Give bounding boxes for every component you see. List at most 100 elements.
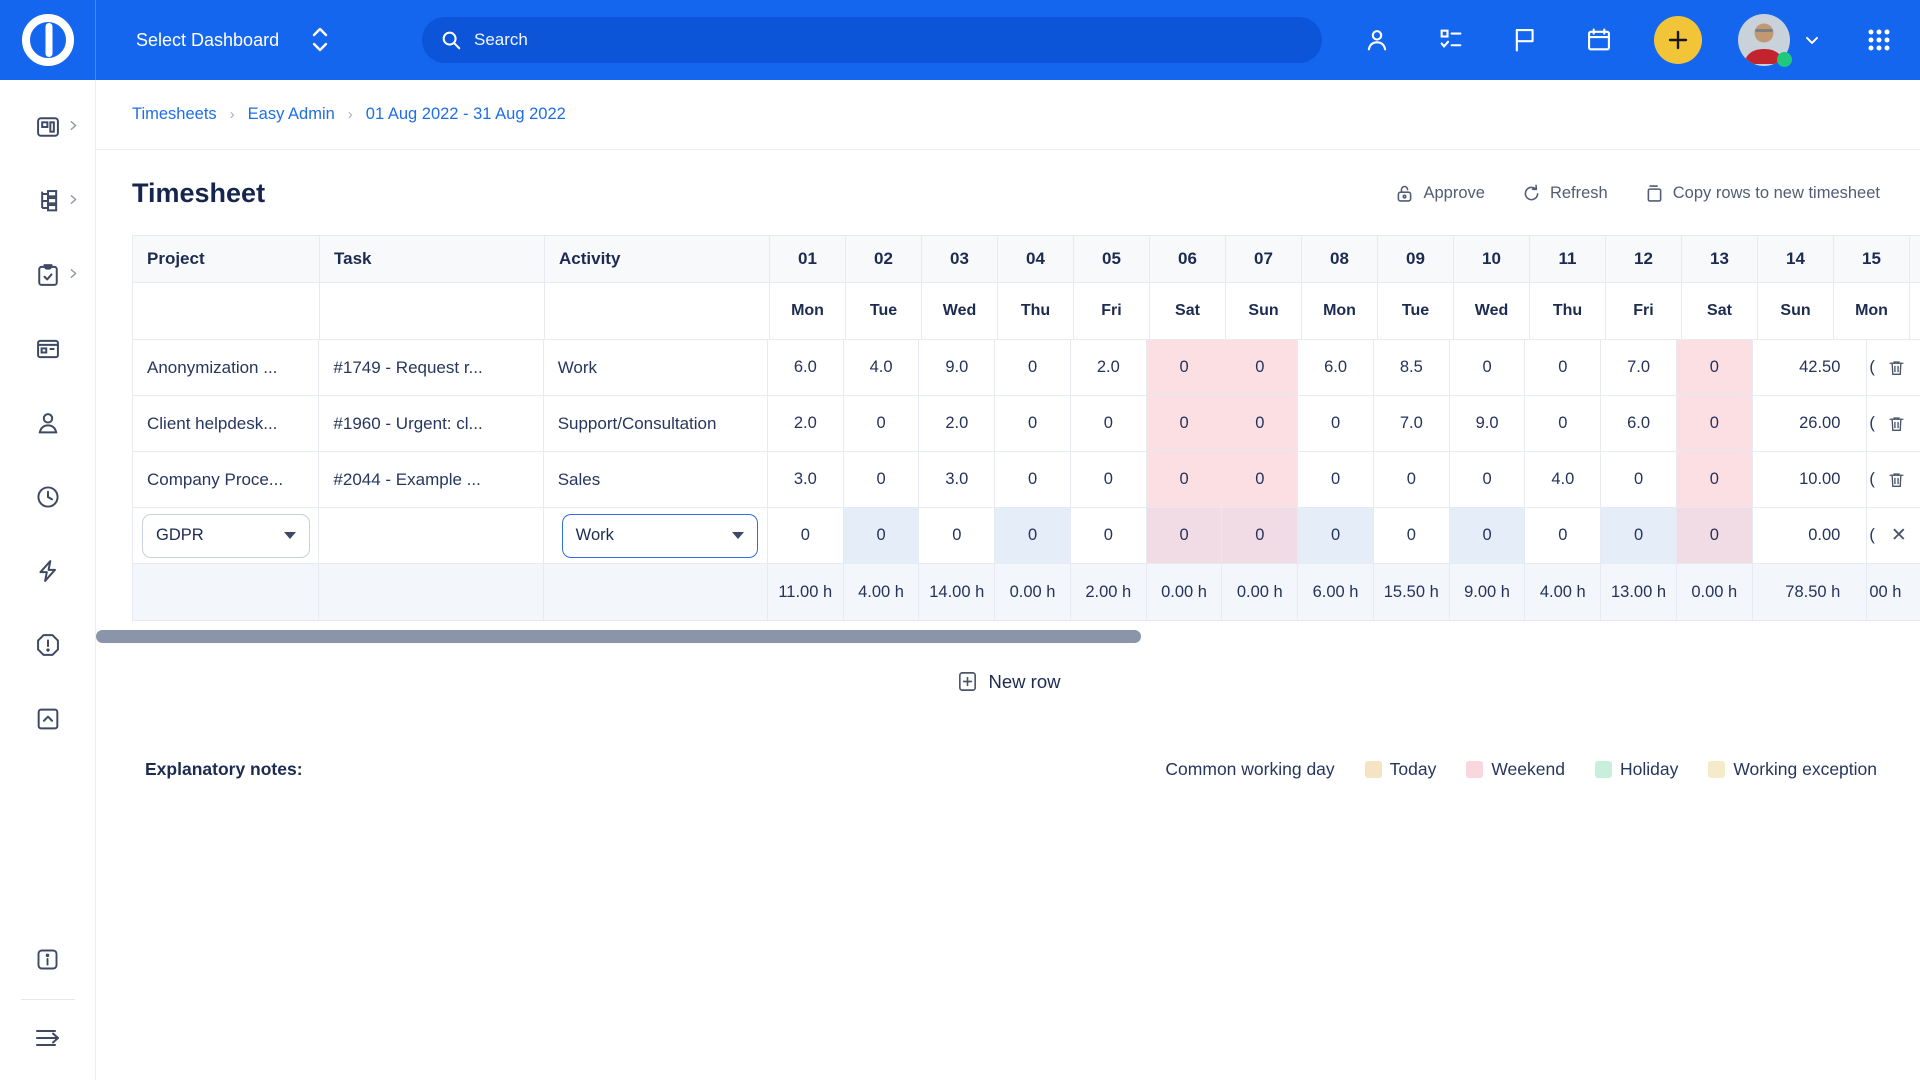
day-cell[interactable]: 2.0	[1071, 340, 1147, 396]
day-cell[interactable]: 0	[1374, 508, 1450, 564]
day-cell[interactable]: 0	[1374, 452, 1450, 508]
day-cell[interactable]: 0	[768, 508, 844, 564]
day-cell[interactable]: 0	[919, 508, 995, 564]
horizontal-scrollbar[interactable]	[96, 630, 1141, 643]
day-cell[interactable]: 0	[1525, 340, 1601, 396]
day-cell[interactable]: 6.0	[1298, 340, 1374, 396]
day-cell[interactable]: 0	[844, 508, 920, 564]
column-header-day-11: 11	[1530, 235, 1606, 283]
logo-icon	[20, 12, 76, 68]
day-cell[interactable]: 0	[995, 340, 1071, 396]
day-cell[interactable]: 0	[1298, 396, 1374, 452]
day-cell[interactable]: 6.0	[768, 340, 844, 396]
day-cell[interactable]: 0	[1450, 340, 1526, 396]
breadcrumb-date-range[interactable]: 01 Aug 2022 - 31 Aug 2022	[366, 105, 566, 124]
app-logo[interactable]	[0, 0, 96, 80]
approve-label: Approve	[1423, 184, 1484, 203]
sidebar-item-projects[interactable]	[0, 187, 96, 261]
legend-item: Common working day	[1165, 759, 1334, 780]
day-cell[interactable]: 7.0	[1601, 340, 1677, 396]
day-cell[interactable]: 0	[995, 508, 1071, 564]
project-select[interactable]: GDPR	[142, 514, 310, 558]
day-cell[interactable]: 2.0	[768, 396, 844, 452]
copy-rows-button[interactable]: Copy rows to new timesheet	[1644, 183, 1880, 204]
chevron-down-icon[interactable]	[1802, 30, 1822, 50]
day-cell[interactable]: 0	[1298, 508, 1374, 564]
day-cell[interactable]: 0	[1071, 396, 1147, 452]
day-cell[interactable]: 0	[995, 396, 1071, 452]
day-cell[interactable]: 0	[844, 452, 920, 508]
table-footer-row: 11.00 h4.00 h14.00 h0.00 h2.00 h0.00 h0.…	[132, 564, 1920, 621]
day-cell[interactable]: 0	[1071, 452, 1147, 508]
sidebar-item-alerts[interactable]	[0, 631, 96, 705]
delete-row-button[interactable]	[1887, 358, 1906, 378]
sidebar-item-time[interactable]	[0, 483, 96, 557]
search-bar[interactable]	[422, 17, 1322, 63]
day-cell[interactable]: 0	[1601, 508, 1677, 564]
day-cell[interactable]: 0	[1525, 508, 1601, 564]
day-cell[interactable]: 0	[1222, 452, 1298, 508]
day-cell[interactable]: 0	[1222, 396, 1298, 452]
calendar-icon[interactable]	[1584, 25, 1614, 55]
day-cell[interactable]: 0	[995, 452, 1071, 508]
day-cell[interactable]: 0	[1222, 340, 1298, 396]
remove-row-button[interactable]: ✕	[1891, 524, 1907, 547]
sidebar-item-modules[interactable]	[0, 335, 96, 409]
day-cell[interactable]: 0	[1298, 452, 1374, 508]
sidebar-item-quick-actions[interactable]	[0, 557, 96, 631]
day-cell[interactable]: 0	[1677, 396, 1753, 452]
day-cell[interactable]: 6.0	[1601, 396, 1677, 452]
day-cell[interactable]: 0	[1147, 508, 1223, 564]
day-cell[interactable]: 0	[1601, 452, 1677, 508]
day-cell[interactable]: 0	[1677, 508, 1753, 564]
breadcrumb-easy-admin[interactable]: Easy Admin	[248, 105, 335, 124]
delete-row-button[interactable]	[1887, 414, 1906, 434]
day-total-cell: 9.00 h	[1450, 564, 1526, 621]
timesheet-row: Client helpdesk...#1960 - Urgent: cl...S…	[132, 396, 1920, 452]
new-row-button[interactable]: New row	[96, 670, 1920, 693]
day-cell[interactable]: 0	[1450, 508, 1526, 564]
day-cell[interactable]: 0	[1147, 340, 1223, 396]
day-cell[interactable]: 0	[1071, 508, 1147, 564]
day-cell[interactable]: 0	[1677, 340, 1753, 396]
sidebar-divider	[21, 999, 75, 1000]
refresh-button[interactable]: Refresh	[1521, 183, 1608, 204]
day-cell[interactable]: 0	[1450, 452, 1526, 508]
sidebar-item-dashboard[interactable]	[0, 113, 96, 187]
day-cell[interactable]: 0	[1222, 508, 1298, 564]
day-cell[interactable]: 9.0	[919, 340, 995, 396]
day-cell[interactable]: 2.0	[919, 396, 995, 452]
day-cell[interactable]: 0	[1147, 452, 1223, 508]
table-subheader-row: MonTueWedThuFriSatSunMonTueWedThuFriSatS…	[132, 283, 1920, 340]
add-button[interactable]	[1654, 16, 1702, 64]
activity-select[interactable]: Work	[562, 514, 758, 558]
day-cell[interactable]: 0	[1677, 452, 1753, 508]
delete-row-button[interactable]	[1887, 470, 1906, 490]
approve-button[interactable]: Approve	[1394, 183, 1484, 204]
sidebar-collapse-button[interactable]	[31, 1024, 65, 1052]
checklist-icon[interactable]	[1436, 25, 1466, 55]
day-cell[interactable]: 4.0	[1525, 452, 1601, 508]
breadcrumb-timesheets[interactable]: Timesheets	[132, 105, 217, 124]
project-cell: Client helpdesk...	[132, 396, 319, 452]
user-icon[interactable]	[1362, 25, 1392, 55]
sidebar-item-users[interactable]	[0, 409, 96, 483]
sidebar-item-info[interactable]	[34, 946, 61, 973]
search-input[interactable]	[474, 30, 1254, 50]
flag-icon[interactable]	[1510, 25, 1540, 55]
day-cell[interactable]: 9.0	[1450, 396, 1526, 452]
apps-grid-icon[interactable]	[1864, 25, 1894, 55]
day-cell[interactable]: 3.0	[919, 452, 995, 508]
refresh-label: Refresh	[1550, 184, 1608, 203]
sidebar-item-tasks[interactable]	[0, 261, 96, 335]
day-cell[interactable]: 4.0	[844, 340, 920, 396]
day-cell[interactable]: 0	[1525, 396, 1601, 452]
day-cell[interactable]: 7.0	[1374, 396, 1450, 452]
day-cell[interactable]: 8.5	[1374, 340, 1450, 396]
day-cell[interactable]: 3.0	[768, 452, 844, 508]
avatar[interactable]	[1738, 14, 1790, 66]
sidebar-item-archive[interactable]	[0, 705, 96, 779]
dashboard-selector[interactable]: Select Dashboard	[136, 25, 331, 55]
day-cell[interactable]: 0	[1147, 396, 1223, 452]
day-cell[interactable]: 0	[844, 396, 920, 452]
